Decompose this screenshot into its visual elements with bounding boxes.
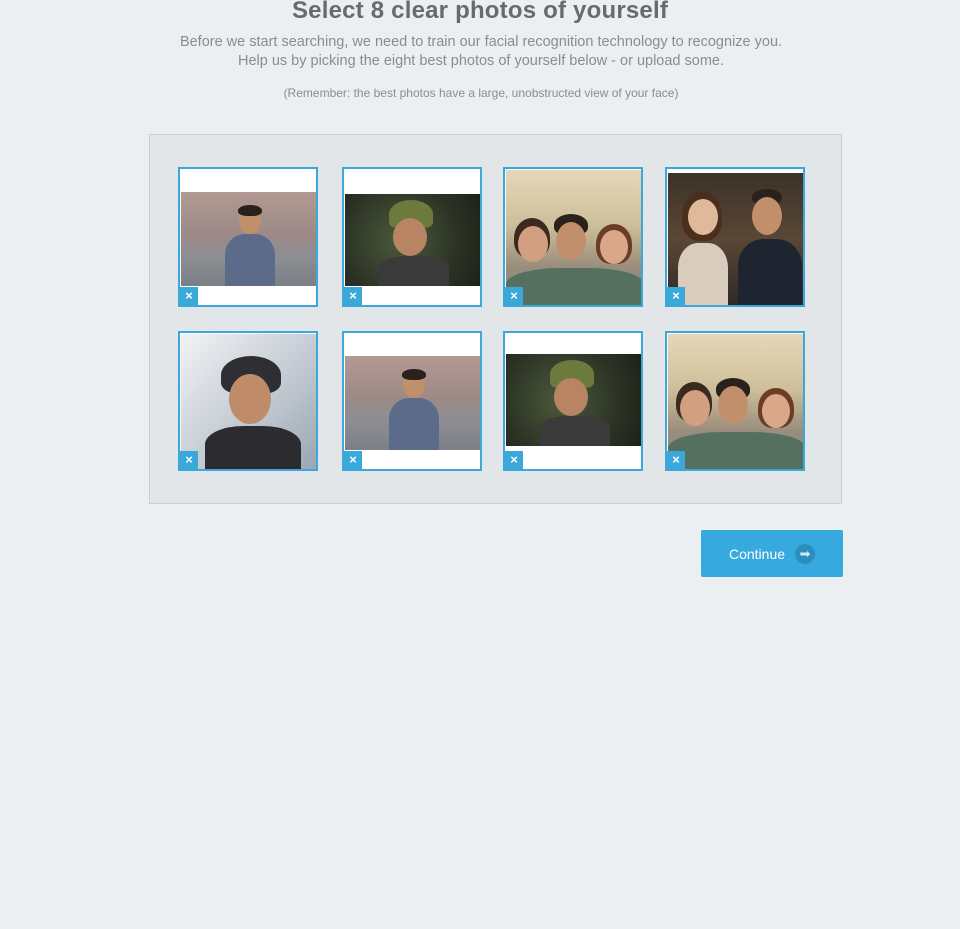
photo-image-8 [668, 334, 803, 469]
remove-photo-button-2[interactable]: × [344, 287, 362, 305]
photo-tile-2[interactable]: × [342, 167, 482, 307]
photo-tile-5[interactable]: × [178, 331, 318, 471]
page-title: Select 8 clear photos of yourself [291, 0, 669, 24]
photo-image-7 [506, 354, 641, 446]
remember-note: (Remember: the best photos have a large,… [283, 86, 679, 100]
remove-photo-button-4[interactable]: × [667, 287, 685, 305]
intro-text: Before we start searching, we need to tr… [120, 33, 842, 71]
remove-photo-button-8[interactable]: × [667, 451, 685, 469]
continue-button[interactable]: Continue ➡ [701, 530, 843, 577]
photo-tile-7[interactable]: × [503, 331, 643, 471]
arrow-right-icon: ➡ [795, 543, 816, 564]
photo-tile-8[interactable]: × [665, 331, 805, 471]
photo-image-5 [181, 334, 316, 469]
photo-image-4 [668, 173, 803, 305]
intro-line-1: Before we start searching, we need to tr… [179, 34, 783, 50]
remove-photo-button-7[interactable]: × [505, 451, 523, 469]
photo-grid-panel: × × × × × × × × [149, 134, 842, 504]
photo-image-3 [506, 170, 641, 305]
remove-photo-button-6[interactable]: × [344, 451, 362, 469]
photo-tile-1[interactable]: × [178, 167, 318, 307]
photo-selection-page: Select 8 clear photos of yourself Before… [0, 0, 960, 929]
remove-photo-button-5[interactable]: × [180, 451, 198, 469]
intro-line-2: Help us by picking the eight best photos… [237, 53, 725, 69]
photo-image-1 [181, 192, 316, 286]
remove-photo-button-3[interactable]: × [505, 287, 523, 305]
photo-image-2 [345, 194, 480, 286]
continue-label: Continue [728, 545, 786, 562]
remove-photo-button-1[interactable]: × [180, 287, 198, 305]
photo-tile-6[interactable]: × [342, 331, 482, 471]
photo-image-6 [345, 356, 480, 450]
photo-tile-4[interactable]: × [665, 167, 805, 307]
photo-tile-3[interactable]: × [503, 167, 643, 307]
